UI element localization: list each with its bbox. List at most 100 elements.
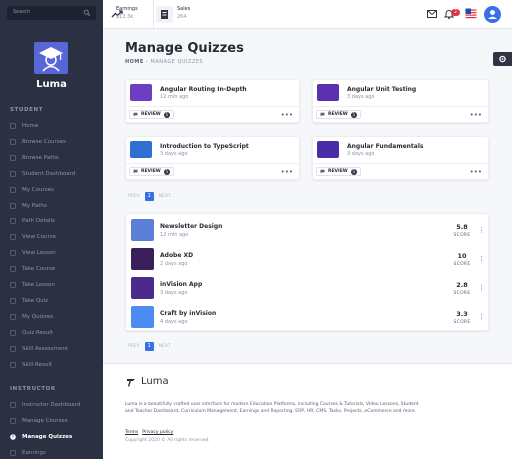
- comment-icon: [133, 169, 138, 174]
- card-thumbnail[interactable]: [317, 141, 339, 158]
- sidebar-item-quiz-result[interactable]: Quiz Result: [10, 328, 100, 338]
- quiz-card[interactable]: Angular Unit Testing 3 days ago REVIEW 5 •••: [312, 79, 489, 123]
- footer-links: Terms Privacy policy: [125, 430, 177, 435]
- sidebar-item-label: Instructor Dashboard: [22, 402, 81, 408]
- more-vert-icon[interactable]: ⋮: [478, 313, 485, 321]
- quiz-title[interactable]: Adobe XD: [160, 252, 193, 259]
- pagination-page[interactable]: 1: [144, 342, 154, 351]
- pagination-prev[interactable]: PREV: [128, 194, 140, 199]
- pagination-next[interactable]: NEXT: [159, 344, 171, 349]
- mail-icon[interactable]: [426, 8, 438, 20]
- privacy-policy-link[interactable]: Privacy policy: [142, 430, 173, 435]
- quiz-title[interactable]: Craft by inVision: [160, 310, 216, 317]
- search-icon[interactable]: [83, 9, 91, 17]
- score-label: SCORE: [453, 291, 471, 296]
- sidebar-item-view-lesson[interactable]: View Lesson: [10, 248, 100, 258]
- card-thumbnail[interactable]: [130, 141, 152, 158]
- terms-link[interactable]: Terms: [125, 430, 138, 435]
- footer-description: Luma is a beautifully crafted user inter…: [125, 402, 419, 414]
- card-title[interactable]: Angular Routing In-Depth: [160, 86, 247, 93]
- review-button[interactable]: REVIEW 5: [316, 167, 361, 176]
- review-button[interactable]: REVIEW 5: [316, 110, 361, 119]
- card-title[interactable]: Angular Unit Testing: [347, 86, 416, 93]
- more-vert-icon[interactable]: ⋮: [478, 255, 485, 263]
- search-input[interactable]: Search: [13, 9, 30, 15]
- card-thumbnail[interactable]: [130, 84, 152, 101]
- quiz-time: 3 days ago: [160, 290, 188, 296]
- sidebar-item-path-details[interactable]: Path Details: [10, 216, 100, 226]
- quiz-title[interactable]: Newsletter Design: [160, 223, 222, 230]
- search-icon: [10, 186, 16, 193]
- sidebar-item-skill-assessment[interactable]: Skill Assessment: [10, 344, 100, 354]
- sidebar-item-earnings[interactable]: Earnings: [10, 448, 100, 458]
- quiz-score: 3.3: [456, 310, 468, 318]
- change-history-icon: [10, 218, 16, 225]
- pagination-next[interactable]: NEXT: [159, 194, 171, 199]
- quiz-thumbnail[interactable]: [131, 277, 154, 299]
- sidebar-item-take-course[interactable]: Take Course: [10, 264, 100, 274]
- sidebar-item-take-lesson[interactable]: Take Lesson: [10, 280, 100, 290]
- comment-icon: [320, 112, 325, 117]
- quiz-thumbnail[interactable]: [131, 306, 154, 328]
- sidebar-item-my-quizzes[interactable]: My Quizzes: [10, 312, 100, 322]
- sidebar-item-view-course[interactable]: View Course: [10, 232, 100, 242]
- more-horiz-icon[interactable]: •••: [470, 111, 482, 119]
- more-horiz-icon[interactable]: •••: [281, 111, 293, 119]
- review-label: REVIEW: [141, 112, 161, 117]
- review-count: 5: [350, 111, 357, 118]
- quiz-card[interactable]: Angular Fundamentals 3 days ago REVIEW 5 •••: [312, 136, 489, 180]
- search-field[interactable]: Search: [7, 6, 96, 20]
- card-title[interactable]: Angular Fundamentals: [347, 143, 423, 150]
- sidebar-item-my-courses[interactable]: My Courses: [10, 185, 100, 195]
- score-label: SCORE: [453, 320, 471, 325]
- sidebar-item-skill-result[interactable]: Skill Result: [10, 360, 100, 370]
- quiz-list-item[interactable]: Adobe XD 2 days ago 10 SCORE ⋮: [126, 245, 490, 273]
- sidebar-item-instructor-dashboard[interactable]: Instructor Dashboard: [10, 400, 100, 410]
- school-icon: [10, 402, 16, 408]
- quiz-list-item[interactable]: inVision App 3 days ago 2.8 SCORE ⋮: [126, 274, 490, 302]
- pagination-prev[interactable]: PREV: [128, 344, 140, 349]
- sidebar-item-browse-paths[interactable]: Browse Paths: [10, 153, 100, 163]
- panorama-fish-eye-icon: [10, 250, 16, 257]
- breadcrumb-home[interactable]: HOME: [125, 59, 144, 65]
- review-button[interactable]: REVIEW 5: [129, 110, 174, 119]
- more-horiz-icon[interactable]: •••: [470, 168, 482, 176]
- review-label: REVIEW: [328, 112, 348, 117]
- quiz-time: 4 days ago: [160, 319, 188, 325]
- sidebar-item-home[interactable]: Home: [10, 121, 100, 131]
- quiz-list-item[interactable]: Craft by inVision 4 days ago 3.3 SCORE ⋮: [126, 303, 490, 331]
- quiz-title[interactable]: inVision App: [160, 281, 202, 288]
- quiz-score: 2.8: [456, 281, 468, 289]
- review-button[interactable]: REVIEW 5: [129, 167, 174, 176]
- quiz-thumbnail[interactable]: [131, 248, 154, 270]
- breadcrumb-current: MANAGE QUIZZES: [150, 59, 204, 65]
- sidebar-item-label: My Quizzes: [22, 313, 54, 320]
- brand-logo[interactable]: [34, 42, 68, 74]
- more-horiz-icon[interactable]: •••: [281, 168, 293, 176]
- sidebar-item-browse-courses[interactable]: Browse Courses: [10, 137, 100, 147]
- more-vert-icon[interactable]: ⋮: [478, 284, 485, 292]
- dvr-icon: [10, 297, 16, 304]
- us-flag-icon[interactable]: [465, 8, 477, 20]
- sidebar-item-label: Manage Courses: [22, 417, 68, 424]
- sidebar-item-manage-quizzes[interactable]: ? Manage Quizzes: [10, 432, 100, 442]
- settings-button[interactable]: [493, 52, 512, 66]
- pagination-page[interactable]: 1: [144, 192, 154, 201]
- brand-name[interactable]: Luma: [0, 79, 103, 90]
- live-help-icon: [10, 329, 16, 336]
- sidebar-item-my-paths[interactable]: My Paths: [10, 201, 100, 211]
- user-avatar[interactable]: [484, 6, 501, 23]
- card-thumbnail[interactable]: [317, 84, 339, 101]
- sidebar-item-take-quiz[interactable]: Take Quiz: [10, 296, 100, 306]
- quiz-card[interactable]: Introduction to TypeScript 3 days ago REVI…: [125, 136, 300, 180]
- more-vert-icon[interactable]: ⋮: [478, 226, 485, 234]
- card-divider: [313, 106, 488, 107]
- sidebar-item-label: Student Dashboard: [22, 170, 76, 177]
- sidebar-item-student-dashboard[interactable]: Student Dashboard: [10, 169, 100, 179]
- quiz-card[interactable]: Angular Routing In-Depth 12 min ago REVIEW…: [125, 79, 300, 123]
- footer-copyright: Copyright 2020 © All rights reserved.: [125, 438, 210, 443]
- sidebar-item-manage-courses[interactable]: Manage Courses: [10, 416, 100, 426]
- quiz-list-item[interactable]: Newsletter Design 12 min ago 5.8 SCORE ⋮: [126, 216, 490, 244]
- quiz-thumbnail[interactable]: [131, 219, 154, 241]
- card-title[interactable]: Introduction to TypeScript: [160, 143, 249, 150]
